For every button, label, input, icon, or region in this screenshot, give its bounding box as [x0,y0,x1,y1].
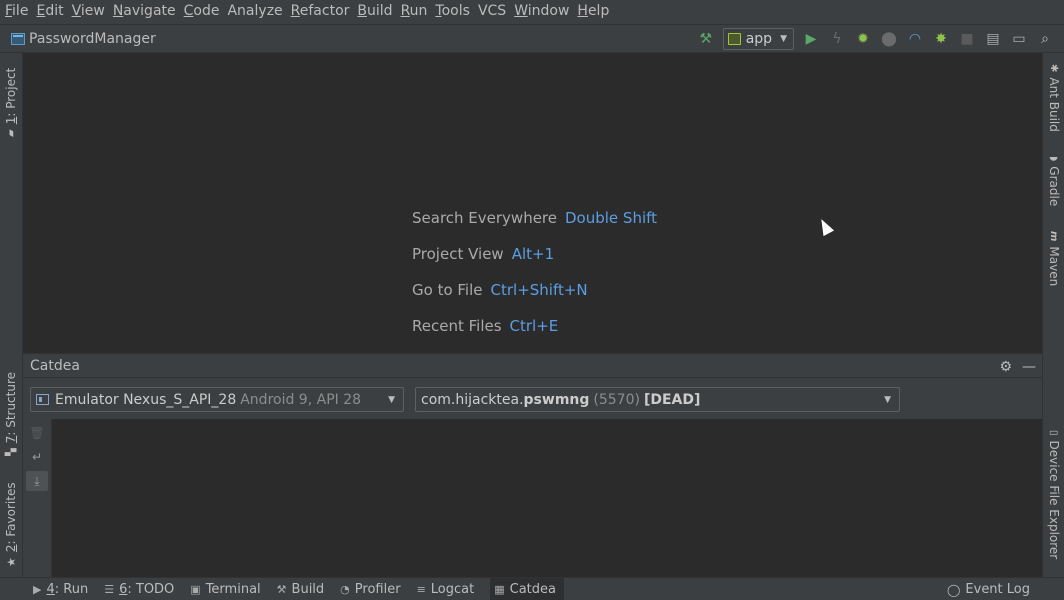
catdea-tool-window: Catdea ⚙ — Emulator Nexus_S_API_28 Andro… [23,353,1042,577]
gradle-icon: ◗ [1048,156,1060,162]
menu-code[interactable]: Code [183,0,227,24]
chevron-down-icon: ▼ [884,394,891,405]
hammer-icon: ⚒ [276,582,287,596]
speech-bubble-icon: ◯ [946,582,961,597]
panel-body: 🗑 ↵ ⤓ [23,419,1042,577]
panel-title: Catdea [30,357,80,374]
menu-view[interactable]: View [71,0,112,24]
run-icon: ▶ [33,582,42,596]
run-icon[interactable]: ▶ [798,26,824,52]
menu-tools[interactable]: Tools [434,0,477,24]
menu-file[interactable]: File [4,0,35,24]
navigation-toolbar: PasswordManager ⚒ app ▼ ▶ ϟ ✹ ⬤ ◠ ✸ ■ ▤ … [0,24,1064,53]
project-structure-icon[interactable]: ▤ [980,26,1006,52]
catdea-icon: ▦ [494,582,505,596]
tab-build[interactable]: ⚒ Build [277,578,333,600]
hint-recent-files: Recent Files Ctrl+E [412,317,559,335]
tab-terminal[interactable]: ▣ Terminal [190,578,268,600]
tab-catdea[interactable]: ▦ Catdea [490,577,564,600]
menu-build[interactable]: Build [356,0,399,24]
run-config-label: app [745,30,773,47]
hint-project-view: Project View Alt+1 [412,245,555,263]
structure-icon: ▚ [5,448,17,456]
menu-navigate[interactable]: Navigate [112,0,183,24]
menu-edit[interactable]: Edit [35,0,70,24]
project-breadcrumb[interactable]: PasswordManager [29,31,156,47]
search-icon[interactable]: ⌕ [1032,26,1058,52]
profile-icon[interactable]: ◠ [902,26,928,52]
attach-debugger-icon[interactable]: ⬤ [876,26,902,52]
run-config-selector[interactable]: app ▼ [722,27,794,50]
tab-maven[interactable]: m Maven [1047,231,1061,286]
menu-window[interactable]: Window [513,0,576,24]
gauge-icon: ◔ [340,582,350,596]
list-icon: ☰ [104,582,115,596]
tab-logcat[interactable]: ≡ Logcat [417,578,483,600]
editor-empty-area[interactable]: Search Everywhere Double Shift Project V… [23,53,1042,353]
attach-process-icon[interactable]: ✸ [928,26,954,52]
star-icon: ★ [4,557,18,567]
panel-toolbar: Emulator Nexus_S_API_28 Android 9, API 2… [23,378,1042,419]
menu-analyze[interactable]: Analyze [226,0,289,24]
tab-device-file-explorer[interactable]: ▯ Device File Explorer [1047,430,1061,559]
bottom-tool-strip: ▶ 4: Run ☰ 6: TODO ▣ Terminal ⚒ Build ◔ Profi… [0,577,1064,600]
menu-refactor[interactable]: Refactor [290,0,357,24]
gear-icon[interactable]: ⚙ [999,359,1012,375]
chevron-down-icon: ▼ [780,33,787,44]
terminal-icon: ▣ [190,582,201,596]
tab-run[interactable]: ▶ 4: Run [33,578,96,600]
project-folder-icon [11,32,25,45]
tab-ant-build[interactable]: ✱ Ant Build [1047,64,1061,132]
soft-wrap-icon[interactable]: ↵ [26,447,48,467]
hint-search-everywhere: Search Everywhere Double Shift [412,209,658,227]
logcat-icon: ≡ [416,582,426,596]
tab-structure[interactable]: ▚ 7: Structure [4,372,18,456]
tab-gradle[interactable]: ◗ Gradle [1047,156,1061,206]
emulator-icon [36,394,49,405]
menu-run[interactable]: Run [400,0,435,24]
debug-icon[interactable]: ✹ [850,26,876,52]
android-module-icon [727,32,741,45]
tab-project[interactable]: ▰ 1: Project [4,68,18,137]
log-output-area[interactable] [52,419,1042,577]
log-side-toolbar: 🗑 ↵ ⤓ [23,419,52,577]
stop-icon[interactable]: ■ [954,26,980,52]
left-tool-strip: ▰ 1: Project ▚ 7: Structure ★ 2: Favorit… [0,53,23,577]
tab-todo[interactable]: ☰ 6: TODO [104,578,182,600]
process-selector[interactable]: com.hijacktea. pswmng (5570) [DEAD] ▼ [415,387,900,412]
chevron-down-icon: ▼ [388,394,395,405]
maven-icon: m [1048,231,1060,242]
ant-icon: ✱ [1048,64,1060,73]
minimize-icon[interactable]: — [1022,359,1036,375]
hint-go-to-file: Go to File Ctrl+Shift+N [412,281,588,299]
trash-icon[interactable]: 🗑 [26,423,48,443]
event-log-button[interactable]: ◯ Event Log [947,578,1030,600]
apply-changes-icon[interactable]: ϟ [824,26,850,52]
menu-help[interactable]: Help [576,0,616,24]
panel-actions: ⚙ — [999,356,1036,378]
scroll-to-end-icon[interactable]: ⤓ [26,471,48,491]
toolbar-actions: ⚒ app ▼ ▶ ϟ ✹ ⬤ ◠ ✸ ■ ▤ ▭ ⌕ [693,25,1058,52]
folder-icon: ▰ [5,129,17,137]
hammer-icon[interactable]: ⚒ [693,26,719,52]
device-icon: ▯ [1048,430,1060,436]
menu-vcs[interactable]: VCS [477,0,513,24]
device-selector[interactable]: Emulator Nexus_S_API_28 Android 9, API 2… [30,387,404,412]
menu-bar: File Edit View Navigate Code Analyze Ref… [0,0,1064,24]
tab-favorites[interactable]: ★ 2: Favorites [4,482,18,567]
right-tool-strip: ✱ Ant Build ◗ Gradle m Maven ▯ Device Fi… [1042,53,1064,577]
tab-profiler[interactable]: ◔ Profiler [340,578,408,600]
avd-manager-icon[interactable]: ▭ [1006,26,1032,52]
panel-header: Catdea ⚙ — [23,354,1042,378]
